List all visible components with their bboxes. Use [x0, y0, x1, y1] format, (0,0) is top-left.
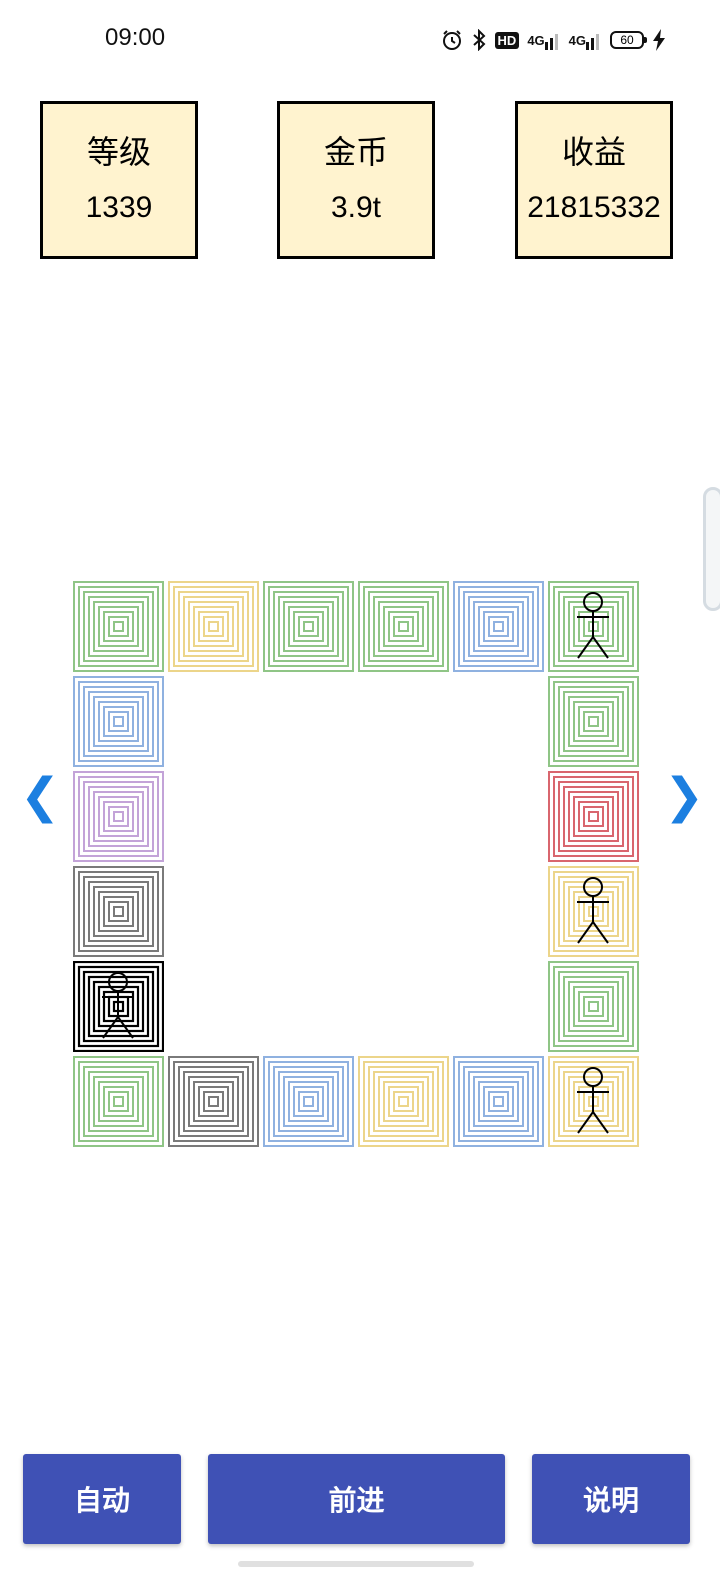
prev-arrow-button[interactable]: ❮ [20, 770, 60, 822]
board-tile-red [548, 771, 639, 862]
hd-icon: HD [494, 31, 520, 49]
level-label: 等级 [86, 133, 151, 171]
board-tile-blue [453, 1056, 544, 1147]
level-value: 1339 [85, 191, 153, 224]
board-tile-yellow [548, 1056, 639, 1147]
income-label: 收益 [561, 133, 626, 171]
signal-4g-icon: 4G [569, 30, 602, 50]
status-time: 09:00 [105, 24, 166, 51]
battery-icon: 60 [610, 31, 647, 49]
board-tile-green [73, 1056, 164, 1147]
coins-value: 3.9t [330, 191, 382, 224]
board-tile-yellow [168, 581, 259, 672]
board-tile-yellow [548, 866, 639, 957]
forward-button[interactable]: 前进 [208, 1454, 505, 1544]
next-arrow-button[interactable]: ❯ [664, 770, 704, 822]
network-type-label: 4G [568, 32, 586, 48]
board-tile-green [548, 676, 639, 767]
board-tile-blue [73, 676, 164, 767]
network-type-label: 4G [527, 32, 545, 48]
alarm-icon [441, 29, 463, 51]
auto-button[interactable]: 自动 [23, 1454, 181, 1544]
board-tile-green [548, 961, 639, 1052]
level-box: 等级 1339 [40, 101, 198, 259]
charging-icon [652, 29, 666, 51]
income-value: 21815332 [527, 191, 661, 224]
board-tile-green [548, 581, 639, 672]
board-tile-gray [168, 1056, 259, 1147]
board-tile-gray [73, 866, 164, 957]
board-tile-blue [453, 581, 544, 672]
income-box: 收益 21815332 [515, 101, 673, 259]
home-indicator[interactable] [238, 1561, 474, 1567]
coins-box: 金币 3.9t [277, 101, 435, 259]
side-drawer-handle[interactable] [703, 487, 720, 611]
status-bar: 09:00 HD 4G 4G 60 [0, 0, 720, 80]
board-tile-purple [73, 771, 164, 862]
board-tile-black [73, 961, 164, 1052]
board-tile-green [73, 581, 164, 672]
signal-4g-icon: 4G [527, 30, 560, 50]
bluetooth-icon [471, 29, 487, 51]
help-button[interactable]: 说明 [532, 1454, 690, 1544]
status-icons: HD 4G 4G 60 [441, 26, 666, 54]
coins-label: 金币 [323, 133, 388, 171]
board-tile-yellow [358, 1056, 449, 1147]
board-tile-green [358, 581, 449, 672]
board-tile-green [263, 581, 354, 672]
board-tile-blue [263, 1056, 354, 1147]
